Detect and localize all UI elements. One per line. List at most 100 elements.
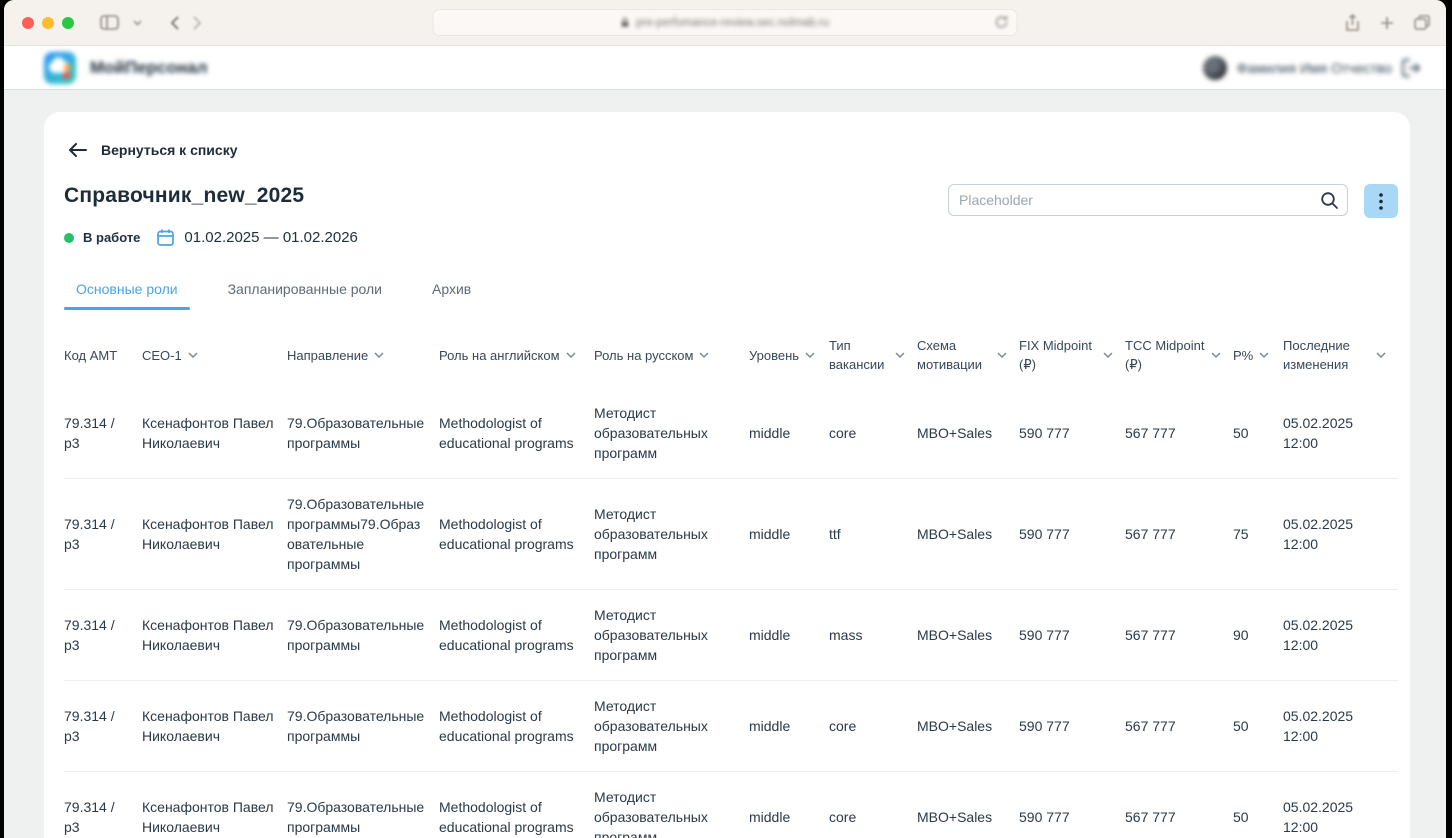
column-label: P% xyxy=(1233,347,1254,363)
cell-direction: 79.Образовательные программы79.Образоват… xyxy=(287,478,439,590)
cell-ceo: Ксенафонтов Павел Николаевич xyxy=(142,589,287,681)
arrow-left-icon xyxy=(69,143,87,157)
cell-role-ru: Методист образовательных программ xyxy=(594,680,749,772)
cell-last-changes: 05.02.2025 12:00 xyxy=(1283,415,1354,451)
cell-motivation: MBO+Sales xyxy=(917,589,1019,681)
cell-tcc-midpoint: 567 777 xyxy=(1125,425,1176,441)
tab-3[interactable]: Архив xyxy=(420,281,483,310)
sort-chevron-icon[interactable] xyxy=(805,352,815,358)
share-icon[interactable] xyxy=(1345,13,1360,32)
address-bar[interactable]: pre-perfomance-review.sec.nolmab.ru xyxy=(432,9,1018,36)
cell-role-ru: Методист образовательных программ xyxy=(594,405,708,461)
cell-motivation: MBO+Sales xyxy=(917,425,993,441)
sort-chevron-icon[interactable] xyxy=(1103,352,1113,358)
sort-chevron-icon[interactable] xyxy=(1259,352,1269,358)
tab-1[interactable]: Основные роли xyxy=(64,281,190,310)
tabs-bar: Основные роли Запланированные роли Архив xyxy=(64,281,1398,310)
column-header-role-en[interactable]: Роль на английском xyxy=(439,322,594,388)
column-header-ceo[interactable]: CEO-1 xyxy=(142,322,287,388)
sidebar-icon[interactable] xyxy=(100,15,119,30)
tabs-overview-icon[interactable] xyxy=(1414,15,1430,30)
zoom-window-button[interactable] xyxy=(62,16,74,29)
sort-chevron-icon[interactable] xyxy=(1376,352,1386,358)
sort-chevron-icon[interactable] xyxy=(997,352,1007,358)
sort-chevron-icon[interactable] xyxy=(895,352,905,358)
sort-chevron-icon[interactable] xyxy=(188,352,198,358)
cell-role-ru: Методист образовательных программ xyxy=(594,771,749,838)
column-header-last-changes[interactable]: Последние изменения xyxy=(1283,322,1398,388)
cell-vacancy-type: core xyxy=(829,680,917,772)
lock-icon xyxy=(621,17,629,27)
column-header-role-ru[interactable]: Роль на русском xyxy=(594,322,749,388)
cell-code: 79.314 / р3 xyxy=(64,771,142,838)
search-box xyxy=(948,184,1348,216)
table-row[interactable]: 79.314 / р3 Ксенафонтов Павел Николаевич 7… xyxy=(64,589,1398,681)
column-header-vacancy-type[interactable]: Тип вакансии xyxy=(829,322,917,388)
new-tab-icon[interactable] xyxy=(1380,16,1394,30)
cell-ceo: Ксенафонтов Павел Николаевич xyxy=(142,771,287,838)
cell-last-changes: 05.02.2025 12:00 xyxy=(1283,771,1398,838)
column-header-motivation[interactable]: Схема мотивации xyxy=(917,322,1019,388)
table-row[interactable]: 79.314 / р3 Ксенафонтов Павел Николаевич 7… xyxy=(64,680,1398,772)
column-header-tcc-midpoint[interactable]: ТСС Midpoint (₽) xyxy=(1125,322,1233,388)
date-range: 01.02.2025 — 01.02.2026 xyxy=(184,229,358,246)
table-row[interactable]: 79.314 / р3 Ксенафонтов Павел Николаевич 7… xyxy=(64,478,1398,590)
logout-icon[interactable] xyxy=(1402,58,1422,77)
url-text: pre-perfomance-review.sec.nolmab.ru xyxy=(635,16,830,29)
cell-fix-midpoint: 590 777 xyxy=(1019,680,1125,772)
status-row: В работе 01.02.2025 — 01.02.2026 xyxy=(64,228,358,247)
user-name: Фамилия Имя Отчество xyxy=(1236,59,1392,76)
cell-tcc-midpoint: 567 777 xyxy=(1125,589,1233,681)
cell-role-ru: Методист образовательных программ xyxy=(594,589,749,681)
cell-direction: 79.Образовательные программы xyxy=(287,680,439,772)
column-label: Роль на русском xyxy=(594,347,694,363)
column-header-p-percent[interactable]: P% xyxy=(1233,322,1283,388)
cell-level: middle xyxy=(749,478,829,590)
cell-p-percent: 50 xyxy=(1233,680,1283,772)
sort-chevron-icon[interactable] xyxy=(565,352,576,358)
kebab-menu-button[interactable] xyxy=(1364,184,1398,218)
search-icon[interactable] xyxy=(1319,190,1339,210)
back-icon[interactable] xyxy=(170,15,179,30)
forward-icon[interactable] xyxy=(193,15,202,30)
chevron-down-icon[interactable] xyxy=(133,19,142,26)
cell-p-percent: 90 xyxy=(1233,589,1283,681)
cell-code: 79.314 / р3 xyxy=(64,478,142,590)
sort-chevron-icon[interactable] xyxy=(699,352,710,358)
calendar-icon xyxy=(157,229,175,246)
search-input[interactable] xyxy=(948,184,1348,216)
cell-p-percent: 50 xyxy=(1233,771,1283,838)
cell-last-changes: 05.02.2025 12:00 xyxy=(1283,680,1398,772)
cell-ceo: Ксенафонтов Павел Николаевич xyxy=(142,478,287,590)
sort-chevron-icon[interactable] xyxy=(374,352,384,358)
cell-level: middle xyxy=(749,589,829,681)
close-window-button[interactable] xyxy=(22,16,34,29)
cell-role-ru: Методист образовательных программ xyxy=(594,478,749,590)
cell-ceo: Ксенафонтов Павел Николаевич xyxy=(142,680,287,772)
app-brand[interactable]: МойПерсонал xyxy=(44,51,207,84)
cell-role-en: Methodologist of educational programs xyxy=(439,415,574,451)
cell-direction: 79.Образовательные программы xyxy=(287,589,439,681)
cell-motivation: MBO+Sales xyxy=(917,680,1019,772)
cell-vacancy-type: core xyxy=(829,771,917,838)
tab-2[interactable]: Запланированные роли xyxy=(216,281,394,310)
table-row[interactable]: 79.314 / р3 Ксенафонтов Павел Николаевич 7… xyxy=(64,771,1398,838)
table-row[interactable]: 79.314 / р3 Ксенафонтов Павел Николаевич 7… xyxy=(64,388,1398,479)
reload-icon[interactable] xyxy=(995,15,1009,29)
sort-chevron-icon[interactable] xyxy=(1211,352,1221,358)
minimize-window-button[interactable] xyxy=(42,16,54,29)
window-controls xyxy=(22,16,74,29)
cell-tcc-midpoint: 567 777 xyxy=(1125,680,1233,772)
cell-fix-midpoint: 590 777 xyxy=(1019,478,1125,590)
user-menu[interactable]: Фамилия Имя Отчество xyxy=(1202,55,1422,80)
column-header-direction[interactable]: Направление xyxy=(287,322,439,388)
avatar xyxy=(1202,55,1227,80)
column-label: Роль на английском xyxy=(439,347,560,363)
column-header-fix-midpoint[interactable]: FIX Midpoint (₽) xyxy=(1019,322,1125,388)
desktop-background: pre-perfomance-review.sec.nolmab.ru МойП… xyxy=(0,0,1452,838)
browser-window: pre-perfomance-review.sec.nolmab.ru МойП… xyxy=(4,0,1446,838)
back-link[interactable]: Вернуться к списку xyxy=(64,142,238,158)
cell-role-en: Methodologist of educational programs xyxy=(439,478,594,590)
column-header-level[interactable]: Уровень xyxy=(749,322,829,388)
cell-last-changes: 05.02.2025 12:00 xyxy=(1283,589,1398,681)
